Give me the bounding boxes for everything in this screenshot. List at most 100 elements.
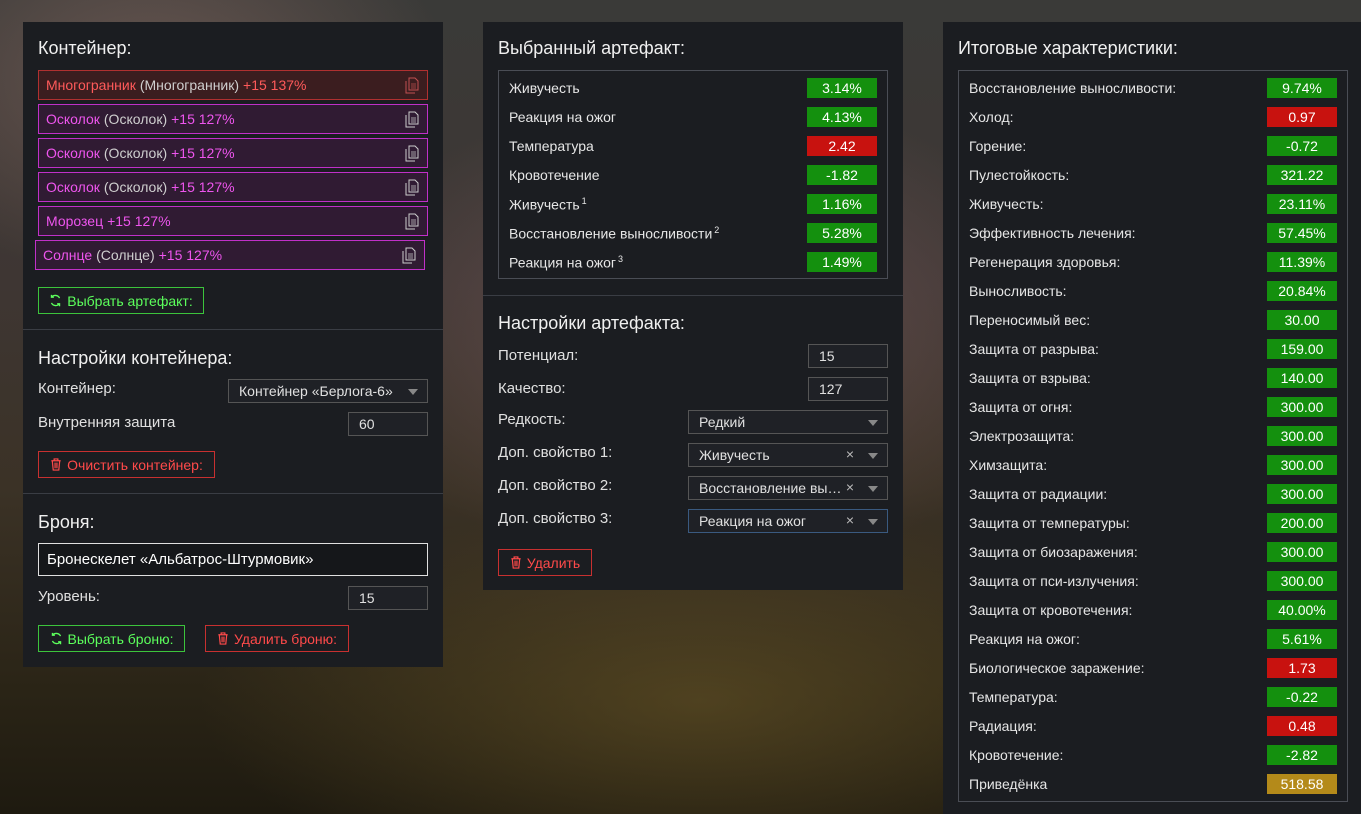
totals-title: Итоговые характеристики: <box>958 38 1178 58</box>
total-stat-label: Радиация: <box>969 718 1037 734</box>
copy-icon[interactable] <box>405 213 419 230</box>
inner-protection-input[interactable]: 60 <box>348 412 428 436</box>
total-stat-label-text: Пулестойкость: <box>969 167 1070 183</box>
artifact-level: +15 127% <box>171 179 235 195</box>
artifact-alias: (Многогранник) <box>139 77 240 93</box>
total-stat-row: Защита от радиации: 300.00 <box>959 480 1347 509</box>
copy-icon[interactable] <box>405 145 419 162</box>
clear-icon[interactable]: × <box>846 512 854 528</box>
total-stat-label-text: Электрозащита: <box>969 428 1075 444</box>
chevron-down-icon <box>868 519 878 525</box>
total-stat-value-badge: 0.48 <box>1267 716 1337 736</box>
total-stat-label-text: Восстановление выносливости: <box>969 80 1177 96</box>
total-stat-value-badge: 300.00 <box>1267 542 1337 562</box>
selected-stat-row: Кровотечение -1.82 <box>499 161 887 190</box>
delete-armor-button[interactable]: Удалить броню: <box>205 625 349 652</box>
total-stat-row: Защита от кровотечения: 40.00% <box>959 596 1347 625</box>
delete-artifact-button[interactable]: Удалить <box>498 549 592 576</box>
total-stat-label: Защита от кровотечения: <box>969 602 1132 618</box>
trash-icon <box>218 632 228 645</box>
total-stat-value-badge: 1.73 <box>1267 658 1337 678</box>
total-stat-value-badge: 0.97 <box>1267 107 1337 127</box>
selected-stat-label-text: Реакция на ожог <box>509 109 617 125</box>
selected-artifact-title: Выбранный артефакт: <box>498 38 685 58</box>
total-stat-label-text: Защита от разрыва: <box>969 341 1099 357</box>
container-select-value: Контейнер «Берлога-6» <box>239 383 393 399</box>
selected-stat-row: Восстановление выносливости 2 5.28% <box>499 219 887 248</box>
extra2-label: Доп. свойство 2: <box>498 477 613 494</box>
total-stat-value-badge: 20.84% <box>1267 281 1337 301</box>
clear-container-button[interactable]: Очистить контейнер: <box>38 451 215 478</box>
total-stat-value-badge: 300.00 <box>1267 455 1337 475</box>
artifact-level: +15 127% <box>171 145 235 161</box>
selected-stat-label-text: Реакция на ожог <box>509 254 617 271</box>
select-armor-button[interactable]: Выбрать броню: <box>38 625 185 652</box>
select-artifact-button[interactable]: Выбрать артефакт: <box>38 287 204 314</box>
total-stat-value-badge: 30.00 <box>1267 310 1337 330</box>
artifact-item[interactable]: Солнце (Солнце) +15 127% <box>35 240 425 270</box>
artifact-item[interactable]: Морозец +15 127% <box>38 206 428 236</box>
extra3-select[interactable]: Реакция на ожог × <box>688 509 888 533</box>
armor-select[interactable]: Бронескелет «Альбатрос-Штурмовик» <box>38 543 428 576</box>
chevron-down-icon <box>408 389 418 395</box>
armor-level-input[interactable]: 15 <box>348 586 428 610</box>
total-stat-label: Защита от огня: <box>969 399 1072 415</box>
artifact-item[interactable]: Многогранник (Многогранник) +15 137% <box>38 70 428 100</box>
artifact-item[interactable]: Осколок (Осколок) +15 127% <box>38 104 428 134</box>
total-stat-value-badge: 5.61% <box>1267 629 1337 649</box>
total-stat-row: Температура: -0.22 <box>959 683 1347 712</box>
container-title: Контейнер: <box>38 38 132 58</box>
copy-icon[interactable] <box>405 77 419 94</box>
totals-panel: Итоговые характеристики: Восстановление … <box>943 22 1361 814</box>
total-stat-label-text: Горение: <box>969 138 1027 154</box>
artifact-name: Осколок <box>46 179 100 195</box>
quality-input[interactable]: 127 <box>808 377 888 401</box>
total-stat-value-badge: 300.00 <box>1267 426 1337 446</box>
total-stat-row: Холод: 0.97 <box>959 103 1347 132</box>
selected-stat-label-text: Восстановление выносливости <box>509 225 713 242</box>
potential-input[interactable]: 15 <box>808 344 888 368</box>
total-stat-label: Защита от радиации: <box>969 486 1107 502</box>
selected-stat-label: Живучесть 1 <box>509 196 587 213</box>
artifact-item[interactable]: Осколок (Осколок) +15 127% <box>38 172 428 202</box>
extra2-select[interactable]: Восстановление выносливости × <box>688 476 888 500</box>
total-stat-label: Холод: <box>969 109 1014 125</box>
total-stat-label: Биологическое заражение: <box>969 660 1145 676</box>
total-stat-label: Защита от взрыва: <box>969 370 1091 386</box>
extra1-select[interactable]: Живучесть × <box>688 443 888 467</box>
select-armor-label: Выбрать броню: <box>67 630 174 647</box>
total-stat-label: Восстановление выносливости: <box>969 80 1176 96</box>
extra1-value: Живучесть <box>699 447 770 463</box>
total-stat-label: Регенерация здоровья: <box>969 254 1120 270</box>
extra1-label: Доп. свойство 1: <box>498 444 613 461</box>
selected-stat-footnote: 3 <box>618 254 624 264</box>
artifact-name: Осколок <box>46 145 100 161</box>
total-stat-label-text: Кровотечение: <box>969 747 1064 763</box>
artifact-alias: (Солнце) <box>96 247 155 263</box>
armor-title: Броня: <box>38 512 95 532</box>
copy-icon[interactable] <box>405 179 419 196</box>
container-select[interactable]: Контейнер «Берлога-6» <box>228 379 428 403</box>
clear-icon[interactable]: × <box>846 446 854 462</box>
copy-icon[interactable] <box>405 111 419 128</box>
artifact-alias: (Осколок) <box>103 179 168 195</box>
rarity-select[interactable]: Редкий <box>688 410 888 434</box>
selected-stat-row: Температура 2.42 <box>499 132 887 161</box>
copy-icon[interactable] <box>402 247 416 264</box>
quality-label: Качество: <box>498 380 566 397</box>
total-stat-label: Живучесть: <box>969 196 1044 212</box>
total-stat-row: Защита от огня: 300.00 <box>959 393 1347 422</box>
selected-stat-label: Живучесть <box>509 80 580 96</box>
extra3-value: Реакция на ожог <box>699 513 807 529</box>
total-stat-label: Защита от пси-излучения: <box>969 573 1139 589</box>
selected-stat-value-badge: 5.28% <box>807 223 877 243</box>
clear-icon[interactable]: × <box>846 479 854 495</box>
total-stat-value-badge: 300.00 <box>1267 484 1337 504</box>
selected-stat-label-text: Температура <box>509 138 594 154</box>
artifact-item[interactable]: Осколок (Осколок) +15 127% <box>38 138 428 168</box>
total-stat-label-text: Переносимый вес: <box>969 312 1091 328</box>
total-stat-value-badge: 57.45% <box>1267 223 1337 243</box>
total-stat-value-badge: 518.58 <box>1267 774 1337 794</box>
divider <box>483 295 903 296</box>
total-stat-row: Регенерация здоровья: 11.39% <box>959 248 1347 277</box>
